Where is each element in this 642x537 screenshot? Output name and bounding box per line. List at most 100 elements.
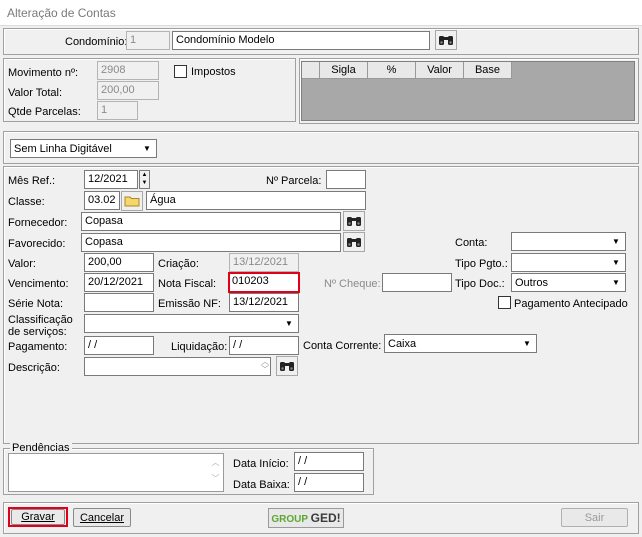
favorecido-search-button[interactable]: [343, 232, 365, 252]
mes-ref-spinner[interactable]: ▲ ▼: [139, 170, 150, 189]
tipo-doc-value: Outros: [515, 277, 549, 289]
valor-total-field[interactable]: 200,00: [97, 81, 159, 100]
movimento-field[interactable]: 2908: [97, 61, 159, 80]
cancelar-button[interactable]: Cancelar: [73, 508, 131, 527]
impostos-label: Impostos: [191, 66, 236, 78]
conta-label: Conta:: [455, 237, 488, 249]
parcela-field[interactable]: [326, 170, 366, 189]
condominio-code-field[interactable]: 1: [126, 31, 170, 50]
chevron-down-icon: ▼: [612, 278, 620, 287]
chevron-down-icon: ▼: [143, 144, 151, 153]
mes-ref-label: Mês Ref.:: [8, 175, 56, 187]
conta-corrente-value: Caixa: [388, 338, 417, 350]
spin-up-icon: ▲: [141, 172, 148, 178]
fornecedor-label: Fornecedor:: [8, 217, 68, 229]
emissao-field[interactable]: 13/12/2021: [229, 293, 299, 312]
fornecedor-field[interactable]: Copasa: [81, 212, 341, 231]
tipo-pgto-select[interactable]: ▼: [511, 253, 626, 272]
condominio-search-button[interactable]: [435, 30, 457, 50]
data-baixa-label: Data Baixa:: [233, 479, 290, 491]
chevron-down-icon: ▼: [285, 319, 293, 328]
linha-digitavel-value: Sem Linha Digitável: [14, 143, 112, 155]
tipo-doc-select[interactable]: Outros ▼: [511, 273, 626, 292]
grid-col-base[interactable]: Base: [464, 62, 512, 79]
pagamento-antecipado-label: Pagamento Antecipado: [514, 298, 628, 310]
descricao-field[interactable]: [84, 357, 271, 376]
classe-label: Classe:: [8, 196, 45, 208]
pendencias-scroll[interactable]: ︿ ﹀: [209, 455, 222, 491]
liquidacao-field[interactable]: / /: [229, 336, 299, 355]
criacao-field[interactable]: 13/12/2021: [229, 253, 299, 272]
gravar-label: Gravar: [21, 511, 55, 523]
classe-name-field[interactable]: Água: [146, 191, 366, 210]
chevron-down-icon: ﹀: [211, 474, 220, 483]
mes-ref-field[interactable]: 12/2021: [84, 170, 138, 189]
binoculars-icon: [347, 238, 361, 247]
serie-label: Série Nota:: [8, 298, 64, 310]
parcela-label: Nº Parcela:: [266, 175, 322, 187]
criacao-label: Criação:: [158, 258, 199, 270]
pagamento-antecipado-checkbox[interactable]: [498, 296, 511, 309]
pendencias-textarea[interactable]: [8, 453, 224, 492]
window-titlebar: Alteração de Contas: [0, 0, 642, 26]
chevron-down-icon: ▼: [523, 339, 531, 348]
data-inicio-label: Data Início:: [233, 458, 289, 470]
descricao-search-button[interactable]: [276, 356, 298, 376]
binoculars-icon: [439, 36, 453, 45]
chevron-down-icon: ▼: [612, 258, 620, 267]
parcelas-label: Qtde Parcelas:: [8, 106, 81, 118]
folder-icon: [124, 196, 140, 207]
chevron-down-icon: ▼: [612, 237, 620, 246]
emissao-label: Emissão NF:: [158, 298, 221, 310]
sair-label: Sair: [584, 512, 605, 524]
classificacao-select[interactable]: ▼: [84, 314, 299, 333]
vencimento-field[interactable]: 20/12/2021: [84, 273, 154, 292]
fornecedor-search-button[interactable]: [343, 211, 365, 231]
group-ged-logo[interactable]: GROUP GED!: [268, 508, 344, 528]
pagamento-label: Pagamento:: [8, 341, 68, 353]
chevron-down-icon: ﹀: [261, 365, 269, 374]
binoculars-icon: [347, 217, 361, 226]
grid-col-valor[interactable]: Valor: [416, 62, 464, 79]
nota-fiscal-field[interactable]: 010203: [228, 272, 300, 293]
liquidacao-label: Liquidação:: [171, 341, 228, 353]
classe-code-field[interactable]: 03.02: [84, 191, 120, 210]
linha-digitavel-select[interactable]: Sem Linha Digitável ▼: [10, 139, 157, 158]
favorecido-label: Favorecido:: [8, 238, 66, 250]
valor-total-label: Valor Total:: [8, 87, 63, 99]
sair-button[interactable]: Sair: [561, 508, 628, 527]
classe-browse-button[interactable]: [121, 191, 143, 211]
grid-col-percent[interactable]: %: [368, 62, 416, 79]
impostos-checkbox[interactable]: [174, 65, 187, 78]
window-title: Alteração de Contas: [7, 6, 116, 20]
impostos-grid[interactable]: Sigla % Valor Base: [301, 61, 635, 121]
conta-corrente-select[interactable]: Caixa ▼: [384, 334, 537, 353]
valor-field[interactable]: 200,00: [84, 253, 154, 272]
logo-ged-text: GED!: [310, 511, 341, 525]
grid-col-sigla[interactable]: Sigla: [320, 62, 368, 79]
cheque-label: Nº Cheque:: [324, 278, 381, 290]
cheque-field[interactable]: [382, 273, 452, 292]
parcelas-field[interactable]: 1: [97, 101, 138, 120]
data-baixa-field[interactable]: / /: [294, 473, 364, 492]
nota-fiscal-label: Nota Fiscal:: [158, 278, 217, 290]
chevron-up-icon: ︿: [211, 458, 220, 467]
conta-select[interactable]: ▼: [511, 232, 626, 251]
gravar-button[interactable]: Gravar: [11, 509, 65, 525]
favorecido-field[interactable]: Copasa: [81, 233, 341, 252]
classificacao-label-2: de serviços:: [8, 326, 67, 338]
valor-label: Valor:: [8, 258, 36, 270]
tipo-pgto-label: Tipo Pgto.:: [455, 258, 508, 270]
descricao-label: Descrição:: [8, 362, 60, 374]
tipo-doc-label: Tipo Doc.:: [455, 278, 505, 290]
descricao-scroll[interactable]: ︿ ﹀: [259, 358, 271, 375]
data-inicio-field[interactable]: / /: [294, 452, 364, 471]
binoculars-icon: [280, 362, 294, 371]
condominio-name-field[interactable]: Condomínio Modelo: [172, 31, 430, 50]
serie-field[interactable]: [84, 293, 154, 312]
pagamento-field[interactable]: / /: [84, 336, 154, 355]
condominio-label: Condomínio:: [65, 36, 128, 48]
impostos-grid-header: Sigla % Valor Base: [302, 62, 512, 79]
logo-group-text: GROUP: [271, 514, 308, 525]
conta-corrente-label: Conta Corrente:: [303, 340, 382, 352]
